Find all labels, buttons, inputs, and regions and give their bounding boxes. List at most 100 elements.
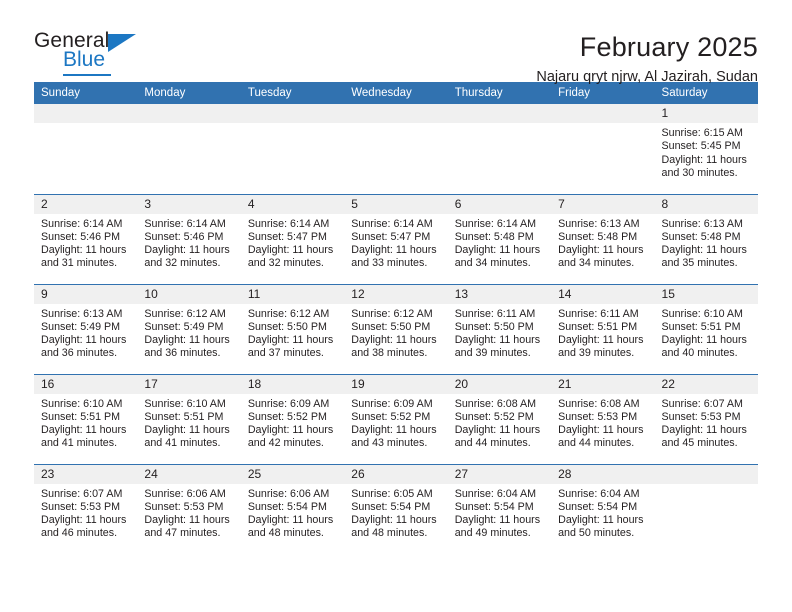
calendar-day-cell-empty: [654, 463, 758, 554]
day-number: 6: [447, 194, 552, 214]
calendar-day-cell[interactable]: 2 Sunrise: 6:14 AM Sunset: 5:46 PM Daylight…: [34, 193, 138, 284]
calendar-day-cell[interactable]: 26 Sunrise: 6:05 AM Sunset: 5:54 PM Dayligh…: [344, 463, 448, 554]
day-number: 26: [344, 464, 448, 484]
weekday-header-sunday: Sunday: [34, 82, 138, 104]
calendar-day-cell[interactable]: 7 Sunrise: 6:13 AM Sunset: 5:48 PM Daylight…: [551, 193, 655, 284]
calendar-week-row: 2 Sunrise: 6:14 AM Sunset: 5:46 PM Daylight…: [34, 193, 758, 284]
calendar-day-cell[interactable]: 24 Sunrise: 6:06 AM Sunset: 5:53 PM Dayligh…: [137, 463, 241, 554]
day-details: Sunrise: 6:14 AM Sunset: 5:48 PM Daylight:…: [448, 214, 551, 271]
day-details: Sunrise: 6:13 AM Sunset: 5:48 PM Daylight:…: [655, 214, 758, 271]
calendar-day-cell[interactable]: 8 Sunrise: 6:13 AM Sunset: 5:48 PM Daylight…: [654, 193, 758, 284]
calendar-day-cell[interactable]: 17 Sunrise: 6:10 AM Sunset: 5:51 PM Dayligh…: [137, 373, 241, 464]
sunrise-text: Sunrise: 6:14 AM: [351, 217, 433, 230]
day-details: Sunrise: 6:12 AM Sunset: 5:50 PM Daylight:…: [241, 304, 344, 361]
daylight-text-line2: and 49 minutes.: [454, 527, 531, 540]
calendar-day-cell[interactable]: 16 Sunrise: 6:10 AM Sunset: 5:51 PM Dayligh…: [34, 373, 138, 464]
day-number: 24: [137, 464, 241, 484]
calendar-day-cell[interactable]: 5 Sunrise: 6:14 AM Sunset: 5:47 PM Daylight…: [344, 193, 448, 284]
day-number: [551, 104, 655, 123]
daylight-text-line2: and 30 minutes.: [661, 166, 738, 179]
daylight-text-line2: and 41 minutes.: [144, 437, 221, 450]
day-number: [137, 104, 241, 123]
sunset-text: Sunset: 5:54 PM: [558, 500, 638, 513]
title-block: February 2025 Najaru qryt njrw, Al Jazir…: [536, 30, 758, 86]
daylight-text-line1: Daylight: 11 hours: [454, 244, 541, 257]
day-details: Sunrise: 6:11 AM Sunset: 5:51 PM Daylight:…: [551, 304, 654, 361]
calendar-day-cell[interactable]: 12 Sunrise: 6:12 AM Sunset: 5:50 PM Dayligh…: [344, 283, 448, 374]
sunset-text: Sunset: 5:51 PM: [558, 320, 638, 333]
calendar-day-cell[interactable]: 11 Sunrise: 6:12 AM Sunset: 5:50 PM Dayligh…: [240, 283, 345, 374]
daylight-text-line2: and 47 minutes.: [144, 527, 221, 540]
day-number: 3: [137, 194, 241, 214]
sunrise-text: Sunrise: 6:11 AM: [558, 307, 639, 320]
daylight-text-line2: and 46 minutes.: [41, 527, 118, 540]
day-number: 2: [34, 194, 138, 214]
sunset-text: Sunset: 5:54 PM: [247, 500, 327, 513]
daylight-text-line2: and 42 minutes.: [247, 437, 324, 450]
daylight-text-line2: and 37 minutes.: [247, 347, 324, 360]
calendar-day-cell[interactable]: 10 Sunrise: 6:12 AM Sunset: 5:49 PM Dayligh…: [137, 283, 241, 374]
daylight-text-line1: Daylight: 11 hours: [558, 424, 644, 437]
calendar-day-cell[interactable]: 4 Sunrise: 6:14 AM Sunset: 5:47 PM Daylight…: [240, 193, 345, 284]
calendar-day-cell-empty: [137, 104, 241, 194]
day-number: 17: [137, 374, 241, 394]
sunset-text: Sunset: 5:53 PM: [558, 410, 638, 423]
day-number: 9: [34, 284, 138, 304]
day-details: Sunrise: 6:14 AM Sunset: 5:46 PM Daylight:…: [34, 214, 137, 271]
calendar-day-cell[interactable]: 3 Sunrise: 6:14 AM Sunset: 5:46 PM Daylight…: [137, 193, 241, 284]
daylight-text-line2: and 31 minutes.: [41, 257, 118, 270]
daylight-text-line1: Daylight: 11 hours: [558, 244, 644, 257]
sunrise-text: Sunrise: 6:15 AM: [661, 127, 743, 139]
day-details: Sunrise: 6:09 AM Sunset: 5:52 PM Daylight:…: [241, 394, 344, 451]
day-details: Sunrise: 6:07 AM Sunset: 5:53 PM Daylight:…: [655, 394, 758, 451]
calendar-day-cell[interactable]: 20 Sunrise: 6:08 AM Sunset: 5:52 PM Dayligh…: [447, 373, 552, 464]
day-details: Sunrise: 6:07 AM Sunset: 5:53 PM Daylight:…: [34, 484, 137, 541]
daylight-text-line1: Daylight: 11 hours: [661, 424, 747, 437]
sunset-text: Sunset: 5:47 PM: [351, 230, 431, 243]
sunrise-text: Sunrise: 6:13 AM: [661, 217, 743, 230]
calendar-day-cell[interactable]: 21 Sunrise: 6:08 AM Sunset: 5:53 PM Dayligh…: [551, 373, 655, 464]
day-details: Sunrise: 6:14 AM Sunset: 5:47 PM Daylight:…: [241, 214, 344, 271]
sunset-text: Sunset: 5:45 PM: [661, 140, 741, 153]
calendar-day-cell[interactable]: 14 Sunrise: 6:11 AM Sunset: 5:51 PM Dayligh…: [551, 283, 655, 374]
sunrise-text: Sunrise: 6:12 AM: [247, 307, 330, 320]
weekday-header-wednesday: Wednesday: [344, 82, 448, 104]
calendar-day-cell[interactable]: 28 Sunrise: 6:04 AM Sunset: 5:54 PM Dayligh…: [551, 463, 655, 554]
calendar-page: General Blue February 2025 Najaru qryt n…: [0, 0, 792, 612]
calendar-day-cell[interactable]: 25 Sunrise: 6:06 AM Sunset: 5:54 PM Dayligh…: [240, 463, 345, 554]
page-header: General Blue February 2025 Najaru qryt n…: [34, 0, 758, 85]
calendar-day-cell[interactable]: 15 Sunrise: 6:10 AM Sunset: 5:51 PM Dayligh…: [654, 283, 758, 374]
calendar-day-cell-empty: [34, 104, 138, 194]
daylight-text-line2: and 41 minutes.: [41, 437, 118, 450]
day-number: 11: [240, 284, 345, 304]
calendar-day-cell[interactable]: 18 Sunrise: 6:09 AM Sunset: 5:52 PM Dayligh…: [240, 373, 345, 464]
calendar-day-cell[interactable]: 9 Sunrise: 6:13 AM Sunset: 5:49 PM Daylight…: [34, 283, 138, 374]
day-number: 28: [551, 464, 655, 484]
daylight-text-line1: Daylight: 11 hours: [558, 334, 644, 347]
calendar-day-cell[interactable]: 6 Sunrise: 6:14 AM Sunset: 5:48 PM Daylight…: [447, 193, 552, 284]
day-number: 12: [344, 284, 448, 304]
calendar-day-cell[interactable]: 23 Sunrise: 6:07 AM Sunset: 5:53 PM Dayligh…: [34, 463, 138, 554]
daylight-text-line2: and 34 minutes.: [454, 257, 531, 270]
day-number: 7: [551, 194, 655, 214]
sunrise-text: Sunrise: 6:09 AM: [351, 397, 433, 410]
daylight-text-line2: and 39 minutes.: [558, 347, 635, 360]
day-details: Sunrise: 6:12 AM Sunset: 5:50 PM Daylight:…: [344, 304, 447, 361]
sunset-text: Sunset: 5:54 PM: [454, 500, 534, 513]
day-number: 14: [551, 284, 655, 304]
daylight-text-line2: and 48 minutes.: [351, 527, 428, 540]
day-details: Sunrise: 6:04 AM Sunset: 5:54 PM Daylight:…: [551, 484, 654, 541]
sunrise-text: Sunrise: 6:12 AM: [144, 307, 226, 320]
calendar-day-cell[interactable]: 22 Sunrise: 6:07 AM Sunset: 5:53 PM Dayligh…: [654, 373, 758, 464]
day-details: Sunrise: 6:08 AM Sunset: 5:52 PM Daylight:…: [448, 394, 551, 451]
daylight-text-line1: Daylight: 11 hours: [454, 334, 541, 347]
calendar-day-cell[interactable]: 13 Sunrise: 6:11 AM Sunset: 5:50 PM Dayligh…: [447, 283, 552, 374]
calendar-day-cell[interactable]: 27 Sunrise: 6:04 AM Sunset: 5:54 PM Dayligh…: [447, 463, 552, 554]
calendar-day-cell[interactable]: 19 Sunrise: 6:09 AM Sunset: 5:52 PM Dayligh…: [344, 373, 448, 464]
sunset-text: Sunset: 5:46 PM: [41, 230, 121, 243]
sunset-text: Sunset: 5:48 PM: [454, 230, 534, 243]
daylight-text-line2: and 38 minutes.: [351, 347, 428, 360]
calendar-day-cell[interactable]: 1 Sunrise: 6:15 AM Sunset: 5:45 PM Daylight…: [654, 104, 758, 194]
sunrise-text: Sunrise: 6:04 AM: [454, 487, 537, 500]
day-details: Sunrise: 6:08 AM Sunset: 5:53 PM Daylight:…: [551, 394, 654, 451]
